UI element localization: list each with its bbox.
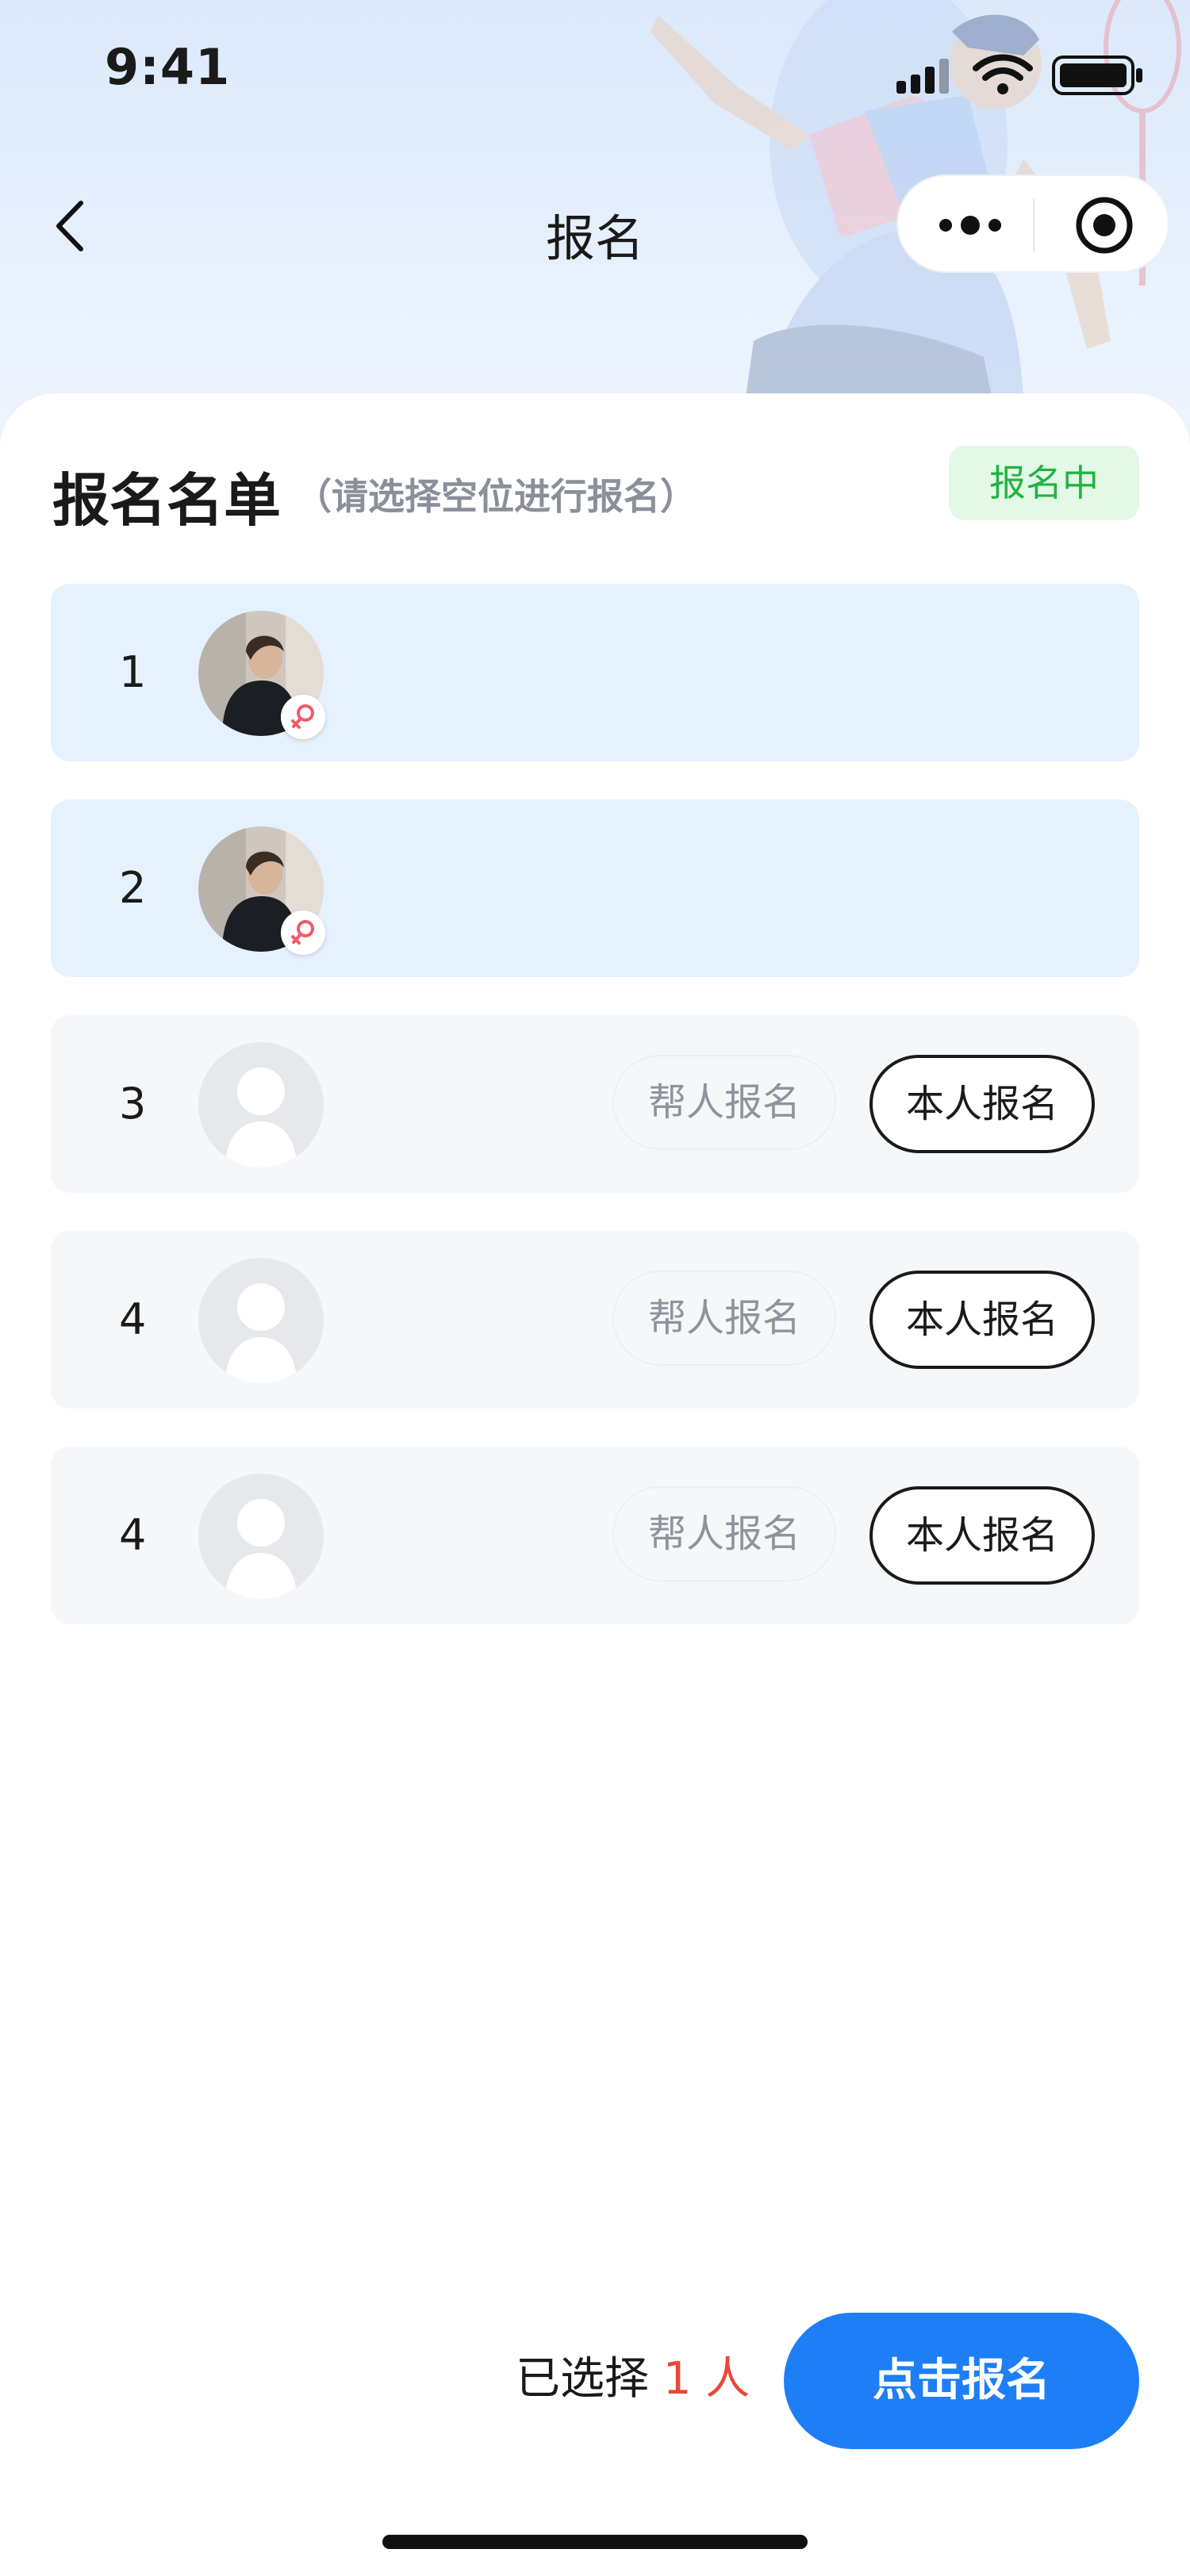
user-placeholder-icon [225,1283,297,1383]
selected-prefix: 已选择 [516,2353,649,2405]
section-subtitle: （请选择空位进行报名） [295,475,697,518]
avatar-placeholder [198,1474,324,1599]
row-number: 2 [119,863,147,913]
submit-signup-button[interactable]: 点击报名 [784,2313,1139,2449]
self-signup-button[interactable]: 本人报名 [869,1055,1095,1153]
signup-row-empty: 4 帮人报名 本人报名 [51,1231,1139,1409]
wifi-icon [973,54,1033,94]
row-number: 1 [119,647,147,697]
selected-summary: 已选择 1 人 [516,2348,750,2411]
mini-program-capsule [896,174,1169,273]
close-target-icon[interactable] [1073,194,1136,257]
status-icons [896,54,1142,95]
home-indicator [382,2535,808,2549]
avatar-placeholder [198,1258,324,1383]
signup-row-empty: 3 帮人报名 本人报名 [51,1015,1139,1193]
row-number: 3 [119,1079,147,1129]
user-placeholder-icon [225,1068,297,1167]
signal-icon [896,59,949,94]
nav-bar: 报名 [0,174,1190,278]
avatar-placeholder [198,1042,324,1167]
female-icon [281,695,325,739]
status-bar: 9:41 [0,0,1190,143]
signup-row: 1 [51,584,1139,761]
row-number: 4 [119,1510,147,1560]
user-placeholder-icon [225,1499,297,1599]
more-icon[interactable] [935,200,1006,251]
signup-row-empty: 4 帮人报名 本人报名 [51,1447,1139,1624]
help-signup-button[interactable]: 帮人报名 [612,1486,836,1581]
selected-suffix: 人 [705,2353,750,2405]
row-number: 4 [119,1294,147,1344]
signup-list-card: 报名名单 （请选择空位进行报名） 报名中 1 2 3 帮人报名 本人报名 4 帮… [0,393,1190,2576]
selected-count: 1 [662,2353,692,2405]
help-signup-button[interactable]: 帮人报名 [612,1271,836,1366]
status-badge: 报名中 [949,446,1139,520]
capsule-divider [1033,198,1035,252]
self-signup-button[interactable]: 本人报名 [869,1486,1095,1585]
section-title: 报名名单 [52,467,282,534]
female-icon [281,910,325,955]
self-signup-button[interactable]: 本人报名 [869,1271,1095,1369]
signup-row: 2 [51,799,1139,977]
battery-icon [1052,56,1142,95]
status-time: 9:41 [105,38,231,96]
help-signup-button[interactable]: 帮人报名 [612,1055,836,1150]
